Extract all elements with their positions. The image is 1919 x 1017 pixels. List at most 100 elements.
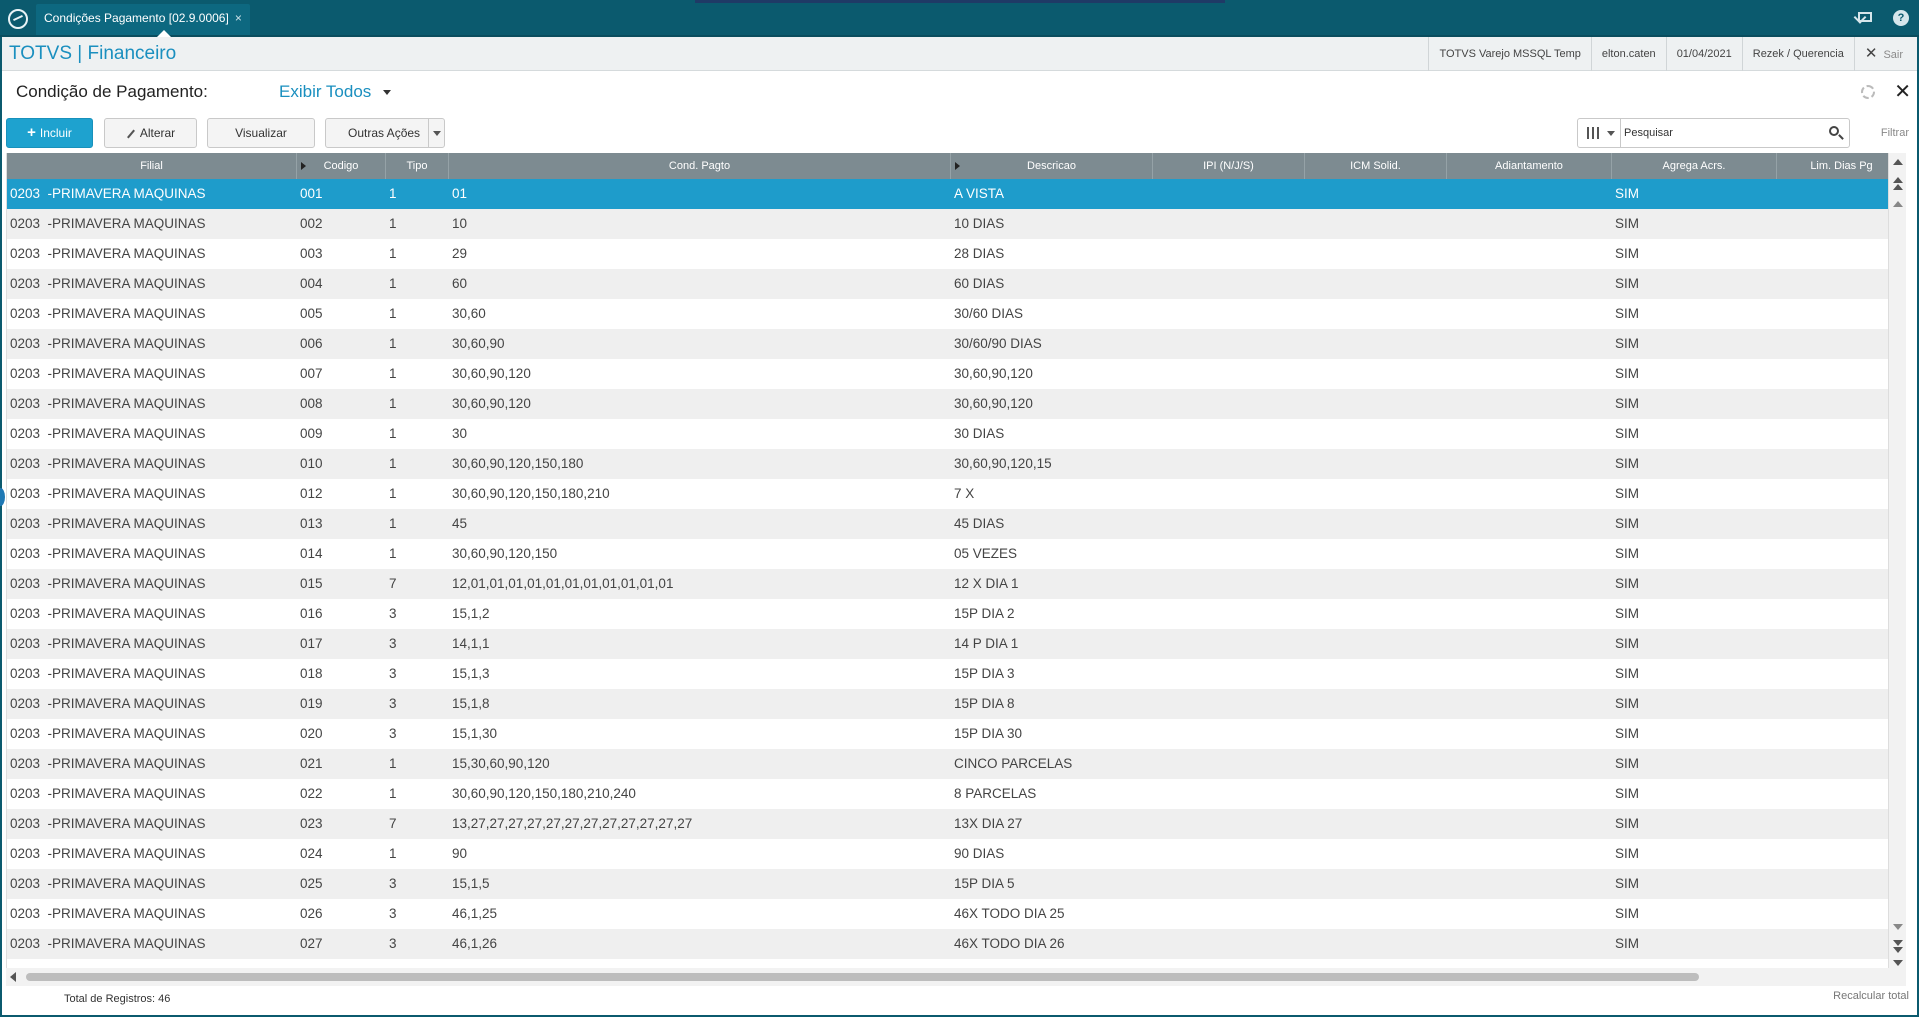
table-row[interactable]: 0203 -PRIMAVERA MAQUINAS 017 3 14,1,1 14 P D… [7,629,1888,659]
table-cell [1153,899,1305,929]
include-button[interactable]: + Incluir [6,118,93,148]
recalc-total-link[interactable]: Recalcular total [1833,990,1909,1002]
table-row[interactable]: 0203 -PRIMAVERA MAQUINAS 003 1 29 28 DIAS SIM [7,239,1888,269]
table-row[interactable]: 0203 -PRIMAVERA MAQUINAS 008 1 30,60,90,120… [7,389,1888,419]
table-cell [1447,449,1612,479]
side-handle[interactable] [0,488,5,506]
mail-icon[interactable] [1858,12,1872,22]
column-header[interactable]: Lim. Dias Pg [1777,153,1888,179]
table-row[interactable]: 0203 -PRIMAVERA MAQUINAS 016 3 15,1,2 15P DI… [7,599,1888,629]
table-cell [1153,239,1305,269]
table-cell: 025 [300,876,323,891]
column-header[interactable]: Agrega Acrs. [1612,153,1777,179]
exit-button[interactable]: ✕ Sair [1853,37,1919,71]
search-icon[interactable] [1829,126,1839,136]
tab-condicoes-pagamento[interactable]: Condições Pagamento [02.9.0006] × [36,4,250,37]
alter-button[interactable]: Alterar [104,118,197,148]
help-icon[interactable]: ? [1893,10,1909,26]
table-row[interactable]: 0203 -PRIMAVERA MAQUINAS 006 1 30,60,90 30/6… [7,329,1888,359]
column-header[interactable]: IPI (N/J/S) [1153,153,1305,179]
table-row[interactable]: 0203 -PRIMAVERA MAQUINAS 007 1 30,60,90,120… [7,359,1888,389]
column-header[interactable]: Adiantamento [1447,153,1612,179]
column-header[interactable]: Cond. Pagto [449,153,951,179]
horizontal-scroll-thumb[interactable] [26,973,1699,981]
totvs-logo-icon[interactable] [8,9,28,29]
table-cell: 008 [300,396,323,411]
table-row[interactable]: 0203 -PRIMAVERA MAQUINAS 009 1 30 30 DIAS SIM [7,419,1888,449]
table-row[interactable]: 0203 -PRIMAVERA MAQUINAS 001 1 01 A VISTA SIM [7,179,1888,209]
table-row[interactable]: 0203 -PRIMAVERA MAQUINAS 020 3 15,1,30 15P D… [7,719,1888,749]
table-cell: 15,1,3 [452,666,490,681]
horizontal-scrollbar[interactable] [6,968,1906,986]
table-cell: 14,1,1 [452,636,490,651]
toolbar: + Incluir Alterar Visualizar Outras Ações… [0,116,1919,150]
date-label[interactable]: 01/04/2021 [1665,37,1742,71]
vertical-scrollbar[interactable] [1888,153,1906,968]
column-header[interactable]: Codigo [297,153,386,179]
table-row[interactable]: 0203 -PRIMAVERA MAQUINAS 022 1 30,60,90,120… [7,779,1888,809]
table-cell: 12,01,01,01,01,01,01,01,01,01,01,01 [452,576,674,591]
table-row[interactable]: 0203 -PRIMAVERA MAQUINAS 014 1 30,60,90,120… [7,539,1888,569]
user-label[interactable]: elton.caten [1590,37,1666,71]
table-cell: 01 [452,186,468,201]
search-input[interactable] [1624,123,1814,143]
table-cell [1447,509,1612,539]
table-row[interactable]: 0203 -PRIMAVERA MAQUINAS 019 3 15,1,8 15P DI… [7,689,1888,719]
chevron-down-icon [383,90,392,96]
column-header[interactable]: Tipo [386,153,449,179]
table-cell [1447,299,1612,329]
table-cell [1305,479,1447,509]
table-cell [1777,359,1888,389]
table-cell [1153,509,1305,539]
filter-link[interactable]: Filtrar [1881,127,1909,139]
gear-icon[interactable] [1861,85,1875,99]
table-cell [1305,299,1447,329]
table-row[interactable]: 0203 -PRIMAVERA MAQUINAS 013 1 45 45 DIAS SIM [7,509,1888,539]
table-row[interactable]: 0203 -PRIMAVERA MAQUINAS 010 1 30,60,90,120… [7,449,1888,479]
table-cell: 3 [389,726,397,741]
table-row[interactable]: 0203 -PRIMAVERA MAQUINAS 027 3 46,1,26 46X T… [7,929,1888,959]
table-cell: 026 [300,906,323,921]
table-cell [1777,449,1888,479]
dropdown-arrow-icon[interactable] [428,119,444,147]
table-row[interactable]: 0203 -PRIMAVERA MAQUINAS 025 3 15,1,5 15P DI… [7,869,1888,899]
table-row[interactable]: 0203 -PRIMAVERA MAQUINAS 021 1 15,30,60,90,… [7,749,1888,779]
branch-label[interactable]: Rezek / Querencia [1741,37,1854,71]
table-cell [1153,749,1305,779]
table-cell: 15,1,8 [452,696,490,711]
app-tab-bar: Condições Pagamento [02.9.0006] × ? [0,0,1919,37]
column-header[interactable]: Filial [7,153,297,179]
other-actions-button[interactable]: Outras Ações [325,118,445,148]
table-row[interactable]: 0203 -PRIMAVERA MAQUINAS 023 7 13,27,27,27,… [7,809,1888,839]
table-cell [1153,689,1305,719]
tab-close-icon[interactable]: × [235,11,242,25]
module-title: TOTVS | Financeiro [9,43,177,64]
table-cell: 60 DIAS [954,276,1005,291]
table-cell: SIM [1615,546,1640,561]
environment-label[interactable]: TOTVS Varejo MSSQL Temp [1428,37,1590,71]
table-row[interactable]: 0203 -PRIMAVERA MAQUINAS 026 3 46,1,25 46X T… [7,899,1888,929]
table-cell: 0203 -PRIMAVERA MAQUINAS [10,426,206,441]
view-button[interactable]: Visualizar [207,118,315,148]
table-cell [1777,689,1888,719]
table-row[interactable]: 0203 -PRIMAVERA MAQUINAS 005 1 30,60 30/60 D… [7,299,1888,329]
table-cell: 1 [389,756,397,771]
column-header[interactable]: Descricao [951,153,1153,179]
table-cell [1305,269,1447,299]
table-cell [1305,869,1447,899]
table-cell: 30,60,90,120,150 [452,546,558,561]
table-row[interactable]: 0203 -PRIMAVERA MAQUINAS 004 1 60 60 DIAS SIM [7,269,1888,299]
view-filter-dropdown[interactable]: Exibir Todos [279,82,392,102]
close-icon[interactable]: ✕ [1894,79,1911,104]
columns-icon[interactable] [1578,119,1621,147]
table-row[interactable]: 0203 -PRIMAVERA MAQUINAS 024 1 90 90 DIAS SIM [7,839,1888,869]
table-cell: 0203 -PRIMAVERA MAQUINAS [10,306,206,321]
table-row[interactable]: 0203 -PRIMAVERA MAQUINAS 012 1 30,60,90,120… [7,479,1888,509]
table-row[interactable]: 0203 -PRIMAVERA MAQUINAS 002 1 10 10 DIAS SIM [7,209,1888,239]
column-header[interactable]: ICM Solid. [1305,153,1447,179]
table-cell: 30,60,90,120,150,180,210 [452,486,610,501]
table-row[interactable]: 0203 -PRIMAVERA MAQUINAS 018 3 15,1,3 15P DI… [7,659,1888,689]
table-cell: 30/60/90 DIAS [954,336,1042,351]
table-row[interactable]: 0203 -PRIMAVERA MAQUINAS 015 7 12,01,01,01,… [7,569,1888,599]
table-cell: SIM [1615,756,1640,771]
